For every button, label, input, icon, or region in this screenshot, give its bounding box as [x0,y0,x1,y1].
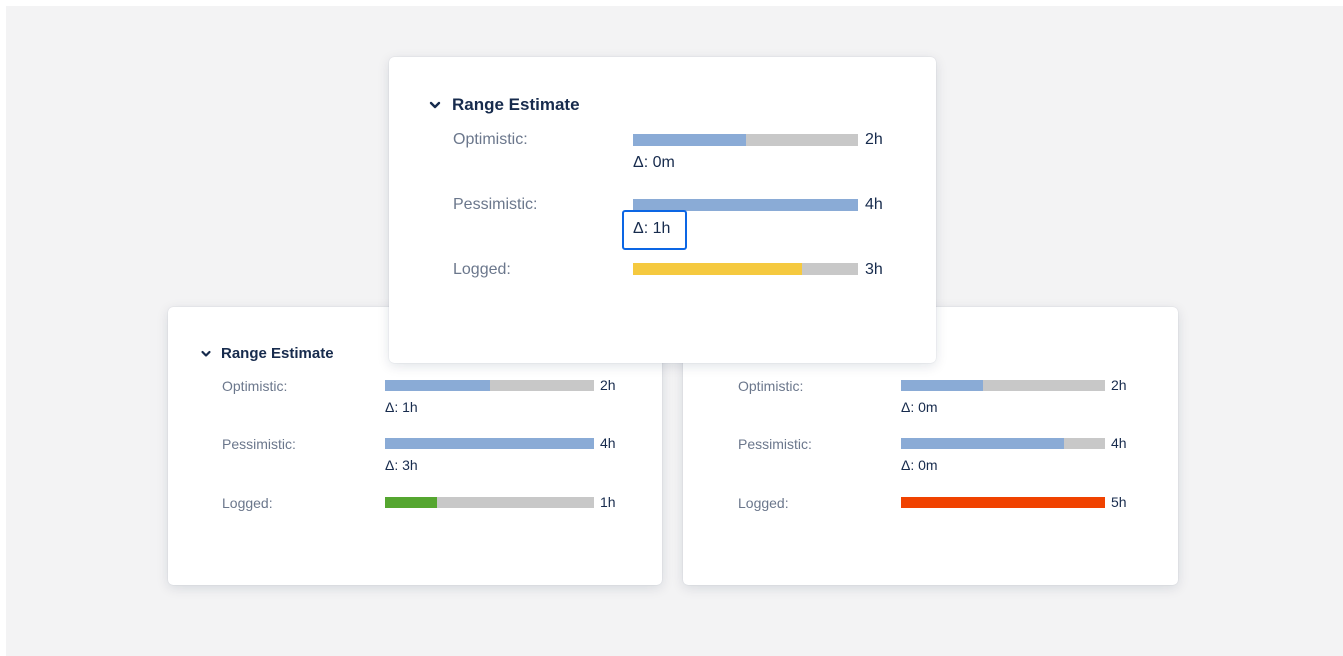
logged-bar-fill [901,497,1105,508]
optimistic-label: Optimistic: [222,378,288,394]
pessimistic-bar [385,438,594,449]
logged-value: 1h [600,494,616,510]
optimistic-value: 2h [1111,377,1127,393]
logged-bar-fill [385,497,438,508]
pessimistic-label: Pessimistic: [453,196,538,213]
optimistic-bar-fill [901,380,983,391]
logged-bar [633,263,858,275]
pessimistic-value: 4h [1111,435,1127,451]
pessimistic-delta: Δ: 3h [385,457,418,473]
logged-label: Logged: [222,495,273,511]
pessimistic-bar-fill [901,438,1065,449]
pessimistic-value: 4h [600,435,616,451]
pessimistic-label: Pessimistic: [738,436,812,452]
logged-label: Logged: [738,495,789,511]
optimistic-value: 2h [600,377,616,393]
range-estimate-toggle[interactable]: Range Estimate [428,95,580,115]
range-estimate-title: Range Estimate [221,345,334,362]
logged-label: Logged: [453,261,511,278]
optimistic-label: Optimistic: [738,378,804,394]
optimistic-delta: Δ: 0m [633,154,675,171]
range-estimate-toggle[interactable]: Range Estimate [200,345,334,362]
range-estimate-title: Range Estimate [452,95,580,114]
pessimistic-delta-focus[interactable]: Δ: 1h [622,210,687,250]
pessimistic-value: 4h [865,196,883,213]
logged-bar-fill [633,263,802,275]
optimistic-bar [901,380,1105,391]
optimistic-bar [385,380,594,391]
optimistic-delta: Δ: 1h [385,399,418,415]
logged-value: 3h [865,261,883,278]
optimistic-value: 2h [865,131,883,148]
optimistic-delta: Δ: 0m [901,399,938,415]
logged-bar [901,497,1105,508]
pessimistic-delta: Δ: 1h [633,220,671,237]
optimistic-bar-fill [385,380,490,391]
pessimistic-bar-fill [385,438,594,449]
range-estimate-card-top: Range Estimate Optimistic: 2h Δ: 0m Pess… [389,57,936,363]
optimistic-bar [633,134,858,146]
pessimistic-label: Pessimistic: [222,436,296,452]
chevron-down-icon[interactable] [200,348,212,360]
logged-value: 5h [1111,494,1127,510]
optimistic-bar-fill [633,134,746,146]
chevron-down-icon[interactable] [428,98,442,112]
pessimistic-delta: Δ: 0m [901,457,938,473]
logged-bar [385,497,594,508]
pessimistic-bar [901,438,1105,449]
optimistic-label: Optimistic: [453,131,528,148]
